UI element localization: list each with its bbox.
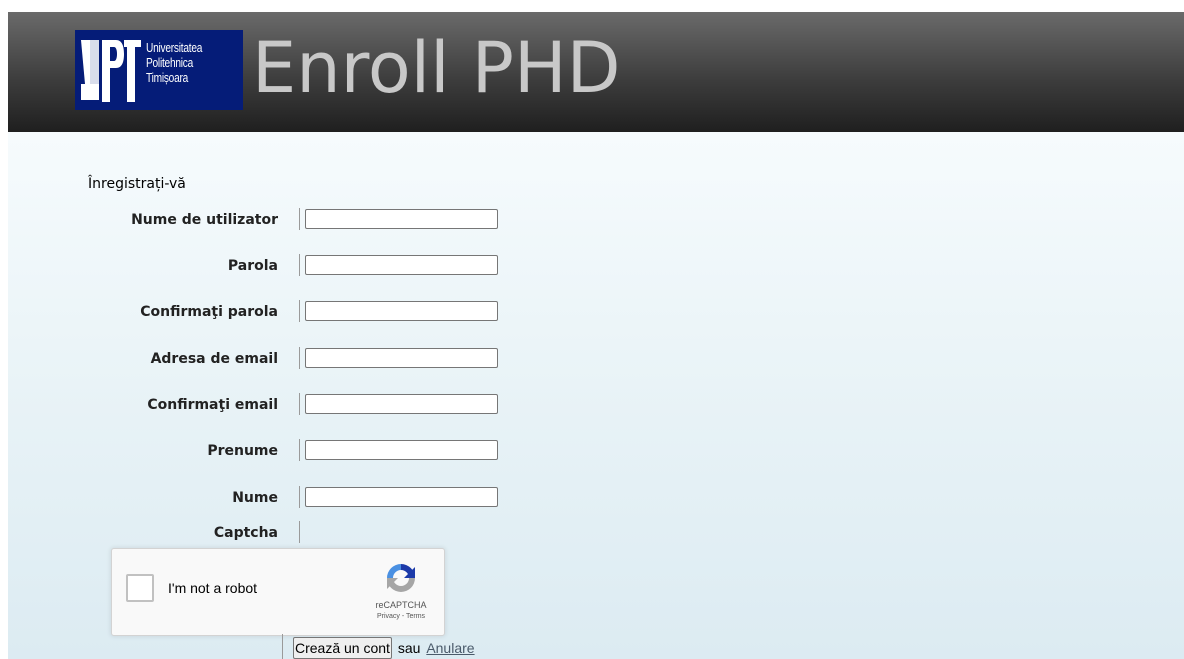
confirm-password-label: Confirmaţi parola: [140, 304, 278, 320]
password-input[interactable]: [305, 255, 498, 275]
logo-text: Universitatea Politehnica Timișoara: [146, 40, 202, 85]
first-name-label: Prenume: [207, 443, 278, 459]
field-row-password: Parola: [8, 251, 608, 281]
recaptcha-privacy-terms[interactable]: Privacy - Terms: [342, 613, 460, 620]
app-title: Enroll PHD: [252, 27, 621, 109]
recaptcha-logo-icon: [387, 564, 415, 592]
field-row-confirm-email: Confirmaţi email: [8, 390, 608, 420]
page-frame: Universitatea Politehnica Timișoara Enro…: [8, 12, 1184, 659]
email-label: Adresa de email: [150, 351, 278, 367]
field-divider: [299, 254, 300, 276]
confirm-email-input[interactable]: [305, 394, 498, 414]
cancel-link[interactable]: Anulare: [426, 640, 474, 656]
first-name-input[interactable]: [305, 440, 498, 460]
form-actions: Crează un cont sau Anulare: [293, 637, 475, 659]
recaptcha-checkbox[interactable]: [126, 574, 154, 602]
field-divider: [299, 347, 300, 369]
username-input[interactable]: [305, 209, 498, 229]
logo-line: Universitatea: [146, 40, 203, 55]
username-label: Nume de utilizator: [131, 212, 278, 228]
recaptcha-widget: I'm not a robot reCAPTCHA Privacy - Term…: [111, 548, 445, 636]
field-divider: [299, 486, 300, 508]
logo-line: Politehnica: [146, 55, 194, 70]
field-row-username: Nume de utilizator: [8, 205, 608, 235]
recaptcha-label: I'm not a robot: [168, 580, 258, 596]
upt-logo-mark-icon: [78, 36, 142, 106]
field-divider: [299, 521, 300, 543]
create-account-button[interactable]: Crează un cont: [293, 637, 392, 659]
field-row-last-name: Nume: [8, 483, 608, 513]
confirm-password-input[interactable]: [305, 301, 498, 321]
field-row-email: Adresa de email: [8, 344, 608, 374]
logo-line: Timișoara: [146, 70, 189, 85]
form-title: Înregistrați-vă: [88, 176, 186, 192]
field-divider: [299, 439, 300, 461]
password-label: Parola: [227, 258, 278, 274]
email-input[interactable]: [305, 348, 498, 368]
field-row-captcha: Captcha: [8, 518, 608, 548]
field-row-confirm-password: Confirmaţi parola: [8, 297, 608, 327]
or-text: sau: [397, 640, 421, 656]
confirm-email-label: Confirmaţi email: [147, 397, 278, 413]
last-name-input[interactable]: [305, 487, 498, 507]
field-row-first-name: Prenume: [8, 436, 608, 466]
upt-logo: Universitatea Politehnica Timișoara: [75, 30, 243, 110]
registration-panel: Înregistrați-vă Nume de utilizator Parol…: [8, 132, 1184, 659]
recaptcha-brand: reCAPTCHA: [375, 600, 427, 610]
header-banner: Universitatea Politehnica Timișoara Enro…: [8, 12, 1184, 132]
field-divider: [299, 393, 300, 415]
actions-divider: [282, 634, 283, 659]
last-name-label: Nume: [232, 490, 278, 506]
captcha-label: Captcha: [213, 525, 278, 541]
field-divider: [299, 208, 300, 230]
field-divider: [299, 300, 300, 322]
